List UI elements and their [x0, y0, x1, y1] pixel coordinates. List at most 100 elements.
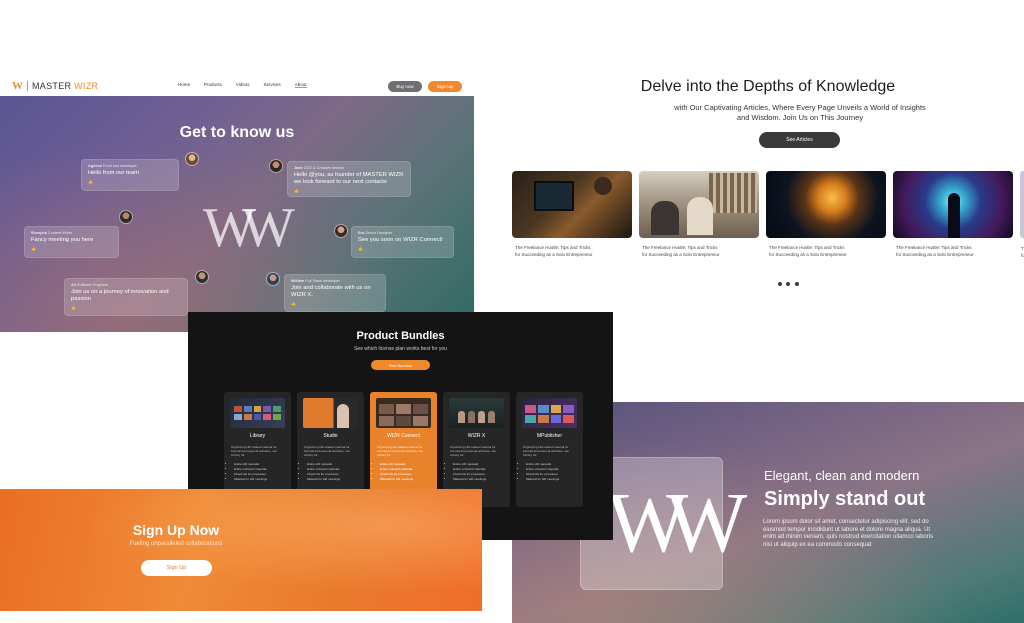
carousel-dot[interactable]	[778, 282, 782, 286]
article-card[interactable]: The Freelance Hustle: Tips and Tricks for…	[639, 171, 759, 258]
carousel-dot[interactable]	[795, 282, 799, 286]
avatar	[269, 159, 283, 173]
bubble-meta: Ali Software Engineer	[71, 283, 181, 287]
avatar	[266, 272, 280, 286]
bundle-feature: Material for HR meetings	[234, 477, 267, 482]
bubble-message: Join and collaborate with us on WIZR X.	[291, 285, 371, 298]
nav-services[interactable]: Services	[263, 82, 280, 88]
get-to-know-us-panel: W MASTER WIZR Home Products Videos Servi…	[0, 76, 474, 332]
bubble-meta: Jane CEO & Creative director	[294, 166, 404, 170]
bundle-feature: Material for HR meetings	[526, 477, 559, 482]
article-caption-line: for Succeeding as a Solo Entrepreneur	[896, 251, 974, 257]
sign-up-title: Sign Up Now	[132, 522, 220, 538]
bundle-feature: Material for HR meetings	[380, 477, 413, 482]
bundle-feature-list: Entire HR manuals Entire onboard materia…	[307, 462, 340, 482]
wizr-watermark-logo: WW	[203, 196, 295, 260]
bubble-author: Era	[358, 231, 365, 235]
sign-up-nav-button[interactable]: Sign Up	[428, 81, 462, 92]
wizr-logo-icon: WW	[607, 472, 747, 572]
bundle-description: Organizing HR related material for inter…	[523, 445, 570, 457]
carousel-dot[interactable]	[786, 282, 790, 286]
stand-out-kicker: Elegant, clean and modern	[764, 468, 920, 483]
nav-about[interactable]: About	[294, 82, 307, 88]
bundle-thumbnail	[376, 398, 431, 428]
article-card[interactable]: The Freelance Hustle: Tips and Tricks for…	[766, 171, 886, 258]
bundle-name: WIZR Connect	[387, 433, 420, 439]
bundle-feature: Material for HR meetings	[453, 477, 486, 482]
section-title: Get to know us	[179, 124, 295, 141]
bubble-message: See you soon on WIZR Connect!	[358, 237, 443, 243]
bundle-feature-list: Entire HR manuals Entire onboard materia…	[380, 462, 413, 482]
brand-name[interactable]: MASTER WIZR	[32, 81, 98, 91]
bundle-description: Organizing HR related material for inter…	[231, 445, 278, 457]
top-navbar: W MASTER WIZR Home Products Videos Servi…	[0, 76, 474, 96]
article-caption: The Freelance Hustle: Tips and Tricks for…	[893, 245, 1013, 258]
bundle-thumbnail	[303, 398, 358, 428]
bundle-card-mpublisher[interactable]: MPublisher Organizing HR related materia…	[516, 392, 583, 507]
articles-title: Delve into the Depths of Knowledge	[640, 78, 896, 95]
bubble-author: Jane	[294, 166, 303, 170]
article-caption: The Freelance Hustle: Tips and Tricks for…	[639, 245, 759, 258]
avatar	[195, 270, 209, 284]
chat-bubble: Ali Software Engineer Join us on a journ…	[64, 278, 188, 316]
bubble-role: Full Stack developer	[305, 279, 340, 283]
bubble-role: Software Engineer	[76, 283, 109, 287]
bundles-title: Product Bundles	[356, 330, 445, 342]
stand-out-body: Lorem ipsum dolor sit amet, consectetur …	[763, 519, 934, 548]
nav-products[interactable]: Products	[204, 82, 222, 88]
wizr-logo-letter-1: W	[607, 474, 688, 570]
nav-videos[interactable]: Videos	[236, 82, 250, 88]
nav-home[interactable]: Home	[178, 82, 190, 88]
bundle-description: Organizing HR related material for inter…	[450, 445, 497, 457]
master-wizr-logo-icon: W	[12, 80, 23, 92]
thumbs-up-icon: 👍	[294, 188, 299, 193]
article-caption: The Freelance Hustle: Tips and Tricks for…	[766, 245, 886, 258]
team-hero: Get to know us WW Agnesa Front end devel…	[0, 96, 474, 332]
wizr-watermark-letter-1: W	[203, 197, 256, 259]
bubble-author: Ali	[71, 283, 76, 287]
bundle-description: Organizing HR related material for inter…	[377, 445, 424, 457]
article-card[interactable]: The Freelance Hustle: Tips and Tricks for…	[512, 171, 632, 258]
bubble-role: Content Writer	[47, 231, 73, 235]
see-articles-button[interactable]: See Articles	[759, 132, 840, 148]
chat-bubble: Era Senior Designer See you soon on WIZR…	[351, 226, 454, 258]
chat-bubble: William Full Stack developer Join and co…	[284, 274, 386, 312]
thumbs-up-icon: 👍	[88, 179, 93, 184]
article-image	[893, 171, 1013, 238]
bundle-feature-list: Entire HR manuals Entire onboard materia…	[453, 462, 486, 482]
bundle-feature-list: Entire HR manuals Entire onboard materia…	[234, 462, 267, 482]
sign-up-button[interactable]: Sign Up	[141, 560, 212, 576]
bubble-meta: Era Senior Designer	[358, 231, 447, 235]
sign-up-subtitle: Fueling unparalleled collaborations	[129, 541, 223, 547]
bubble-message: Fancy meeting you here	[31, 237, 94, 243]
brand-name-master: MASTER	[32, 81, 75, 91]
article-image	[639, 171, 759, 238]
article-card[interactable]: The Freelance Hustle: Tips and Tricks for…	[893, 171, 1013, 258]
articles-subtitle: with Our Captivating Articles, Where Eve…	[674, 103, 926, 122]
bubble-author: Agnesa	[88, 164, 102, 168]
bubble-author: Shenjeta	[31, 231, 47, 235]
bubble-message: Hello from our team	[88, 170, 139, 176]
bundle-description: Organizing HR related material for inter…	[304, 445, 351, 457]
bubble-meta: Shenjeta Content Writer	[31, 231, 112, 235]
wizr-watermark-letter-2: W	[241, 197, 295, 259]
chat-bubble: Shenjeta Content Writer Fancy meeting yo…	[24, 226, 119, 258]
article-card-peek	[1020, 171, 1024, 238]
bundle-name: WIZR X	[467, 433, 486, 439]
bubble-role: Front end developer	[102, 164, 137, 168]
brand-name-wizr: WIZR	[74, 81, 99, 91]
avatar	[119, 210, 133, 224]
buy-now-button[interactable]: Buy now	[388, 81, 422, 92]
article-caption-line: for Succeeding as a Solo Entrepreneur	[515, 251, 593, 257]
bubble-role: Senior Designer	[365, 231, 393, 235]
sign-up-panel: Sign Up Now Fueling unparalleled collabo…	[0, 489, 482, 611]
thumbs-up-icon: 👍	[358, 246, 363, 251]
bubble-meta: William Full Stack developer	[291, 279, 379, 283]
bubble-role: CEO & Creative director	[303, 166, 345, 170]
thumbs-up-icon: 👍	[31, 246, 36, 251]
article-image	[512, 171, 632, 238]
chat-bubble: Agnesa Front end developer Hello from ou…	[81, 159, 179, 191]
bubble-message: Hello @you, as founder of MASTER WIZR we…	[294, 172, 404, 185]
see-bundles-button[interactable]: See Bundles	[371, 360, 430, 370]
thumbs-up-icon: 👍	[291, 301, 296, 306]
